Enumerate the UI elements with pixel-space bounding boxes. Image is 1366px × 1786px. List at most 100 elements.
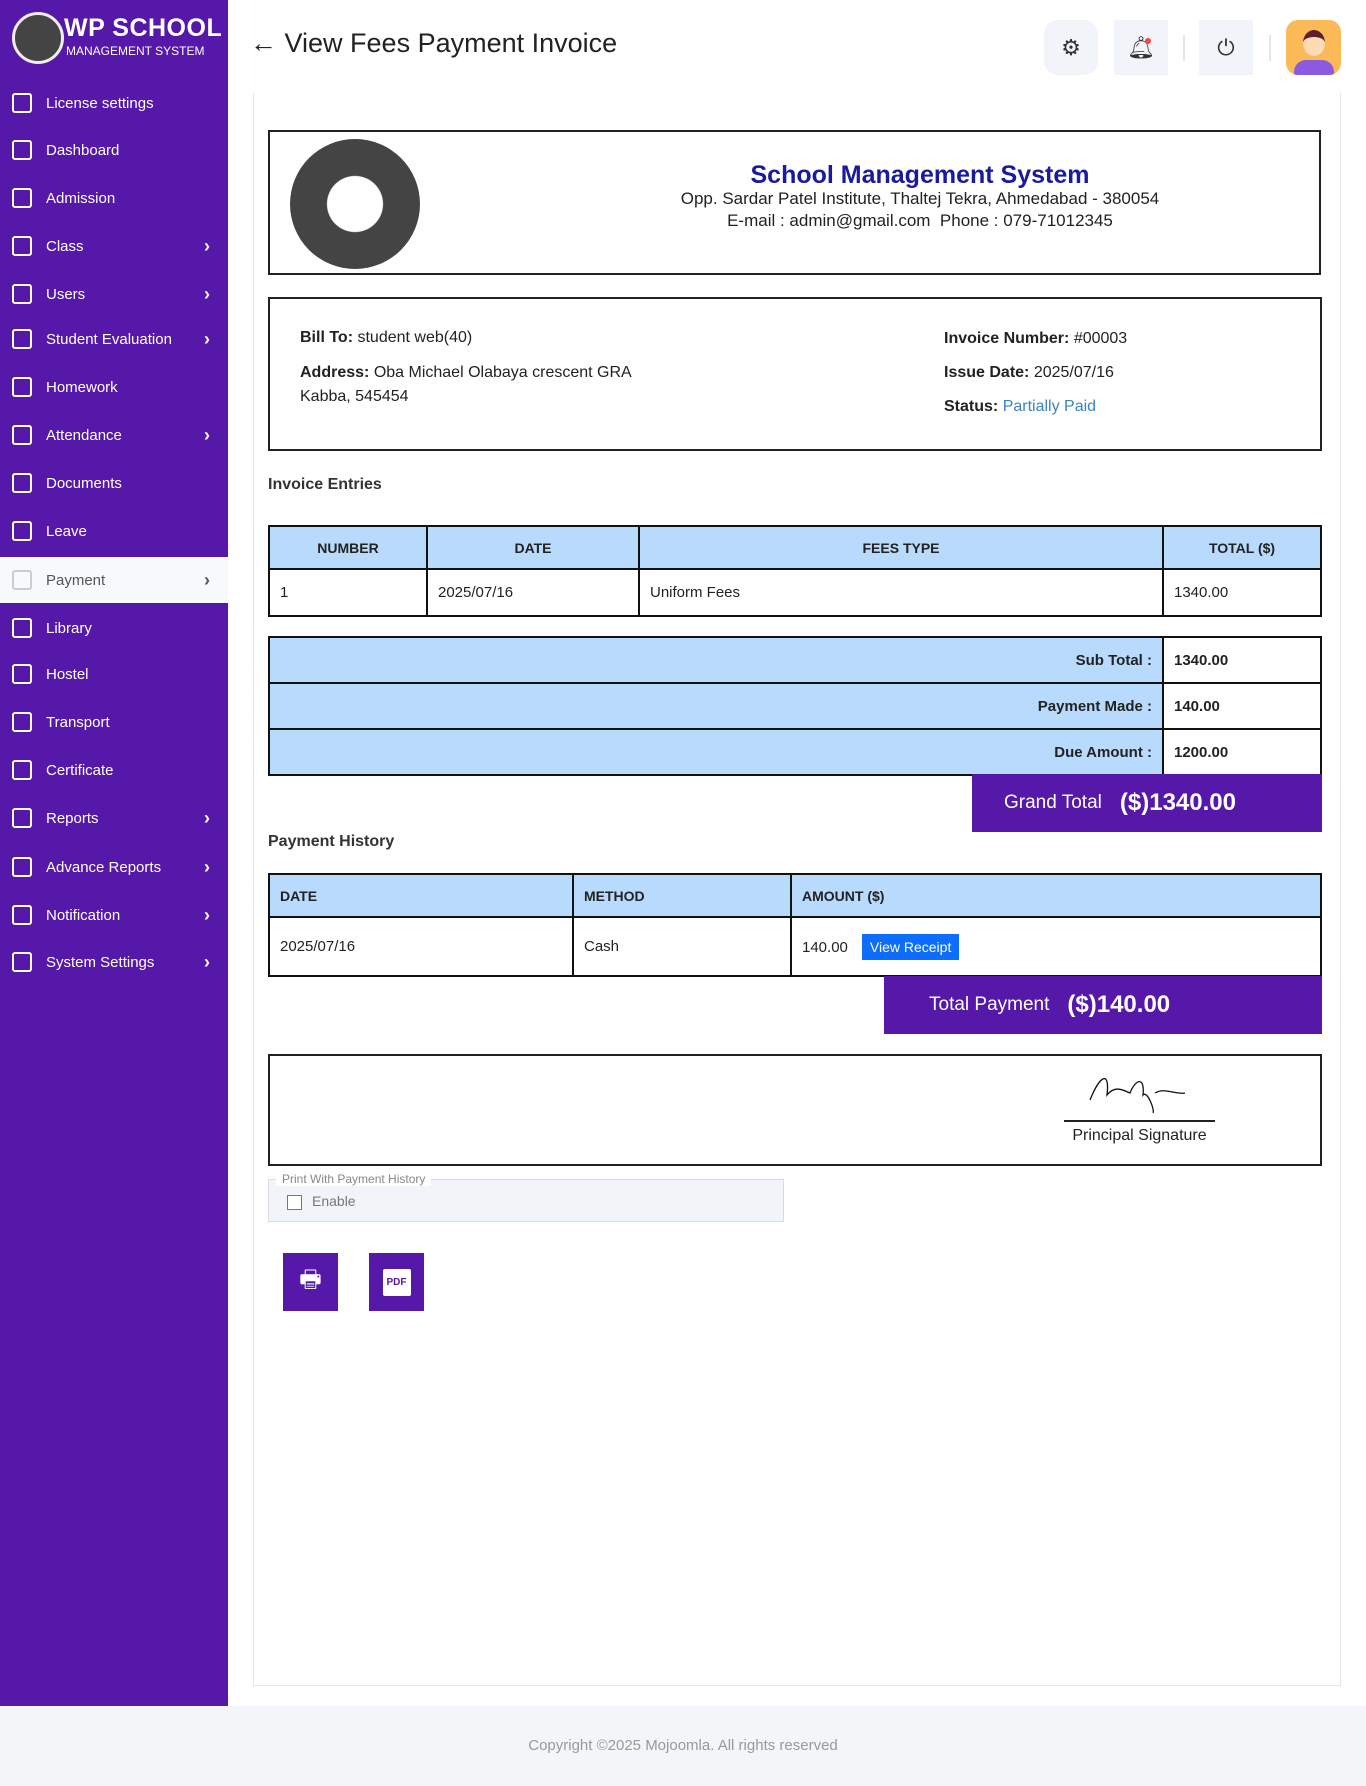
chevron-right-icon: ›: [204, 904, 210, 925]
notification-icon: [12, 905, 32, 925]
bill-address: Address: Oba Michael Olabaya crescent GR…: [300, 364, 632, 381]
cell: 140.00 View Receipt: [790, 916, 1322, 977]
totals-table: Sub Total :1340.00 Payment Made :140.00 …: [268, 636, 1322, 776]
chevron-right-icon: ›: [204, 328, 210, 349]
footer: Copyright ©2025 Mojoomla. All rights res…: [0, 1706, 1366, 1786]
users-icon: [12, 284, 32, 304]
pdf-button[interactable]: PDF: [369, 1253, 424, 1311]
chevron-right-icon: ›: [204, 807, 210, 828]
sidebar-item-users[interactable]: Users ›: [0, 271, 228, 317]
logout-button[interactable]: ⏻: [1199, 20, 1253, 75]
sidebar-item-label: Leave: [46, 522, 87, 540]
cell: 1: [268, 568, 428, 617]
sidebar-item-attendance[interactable]: Attendance ›: [0, 412, 228, 458]
notification-button[interactable]: 🔔︎: [1114, 20, 1168, 75]
sidebar-item-hostel[interactable]: Hostel: [0, 651, 228, 697]
invoice-entries-table: NUMBER DATE FEES TYPE TOTAL ($) 1 2025/07/16…: [268, 525, 1322, 617]
col-method: METHOD: [572, 873, 792, 918]
sidebar-item-dashboard[interactable]: Dashboard: [0, 127, 228, 173]
sidebar-item-label: Student Evaluation: [46, 330, 172, 348]
sidebar-item-system-settings[interactable]: System Settings ›: [0, 939, 228, 985]
avatar[interactable]: [1286, 20, 1341, 75]
sidebar-item-homework[interactable]: Homework: [0, 364, 228, 410]
settings-button[interactable]: ⚙: [1044, 20, 1098, 75]
sub-total-value: 1340.00: [1162, 636, 1322, 684]
power-icon: ⏻: [1217, 34, 1235, 60]
issue-date: Issue Date: 2025/07/16: [944, 364, 1114, 381]
sidebar-item-label: Class: [46, 237, 84, 255]
cell: Uniform Fees: [638, 568, 1164, 617]
school-name: School Management System: [750, 161, 1090, 189]
sidebar-item-library[interactable]: Library: [0, 605, 228, 651]
cell: 2025/07/16: [268, 916, 574, 977]
print-button[interactable]: 🖶: [283, 1253, 338, 1311]
sidebar-item-label: System Settings: [46, 953, 155, 971]
payment-history-title: Payment History: [268, 833, 395, 850]
sidebar-item-advance-reports[interactable]: Advance Reports ›: [0, 844, 228, 890]
bill-to: Bill To: student web(40): [300, 329, 473, 346]
sidebar-item-label: Payment: [46, 571, 106, 589]
col-fees-type: FEES TYPE: [638, 525, 1164, 570]
bill-address-line2: Kabba, 545454: [300, 388, 409, 405]
sidebar-item-label: Library: [46, 619, 92, 637]
school-logo[interactable]: [12, 12, 64, 64]
sidebar-item-leave[interactable]: Leave: [0, 508, 228, 554]
col-amount: AMOUNT ($): [790, 873, 1322, 918]
sidebar-item-label: Dashboard: [46, 141, 120, 159]
hostel-icon: [12, 664, 32, 684]
cell: 2025/07/16: [426, 568, 640, 617]
sidebar-item-student-evaluation[interactable]: Student Evaluation ›: [0, 316, 228, 362]
divider: [1269, 35, 1271, 61]
divider: [1183, 35, 1185, 61]
print-legend: Print With Payment History: [276, 1172, 432, 1186]
notification-dot: [1145, 38, 1151, 44]
col-date: DATE: [426, 525, 640, 570]
sidebar-item-label: Documents: [46, 474, 122, 492]
table-row: 2025/07/16 Cash 140.00 View Receipt: [268, 916, 1322, 977]
sidebar-item-certificate[interactable]: Certificate: [0, 747, 228, 793]
due-amount-label: Due Amount :: [268, 728, 1164, 776]
sidebar-item-label: Homework: [46, 378, 118, 396]
invoice-entries-title: Invoice Entries: [268, 476, 382, 493]
invoice-number: Invoice Number: #00003: [944, 330, 1128, 347]
enable-label: Enable: [312, 1193, 356, 1209]
sidebar-item-label: Attendance: [46, 426, 122, 444]
transport-icon: [12, 712, 32, 732]
view-receipt-button[interactable]: View Receipt: [861, 933, 960, 960]
sidebar-item-label: Reports: [46, 809, 99, 827]
pdf-icon: PDF: [382, 1268, 411, 1296]
chevron-right-icon: ›: [204, 856, 210, 877]
cell: 1340.00: [1162, 568, 1322, 617]
sidebar-item-payment[interactable]: Payment ›: [0, 557, 228, 603]
sidebar-item-reports[interactable]: Reports ›: [0, 795, 228, 841]
back-arrow-icon[interactable]: ←: [250, 28, 277, 58]
sidebar-item-documents[interactable]: Documents: [0, 460, 228, 506]
payment-history-table: DATE METHOD AMOUNT ($) 2025/07/16 Cash 140.0…: [268, 873, 1322, 977]
sidebar-item-license-settings[interactable]: License settings: [0, 80, 228, 126]
sidebar-item-label: Hostel: [46, 665, 89, 683]
printer-icon: 🖶: [299, 1265, 322, 1293]
payment-icon: [12, 570, 32, 590]
leave-icon: [12, 521, 32, 541]
attendance-icon: [12, 425, 32, 445]
license-settings-icon: [12, 93, 32, 113]
sidebar-item-admission[interactable]: Admission: [0, 175, 228, 221]
col-number: NUMBER: [268, 525, 428, 570]
reports-icon: [12, 808, 32, 828]
sidebar-item-class[interactable]: Class ›: [0, 223, 228, 269]
sidebar-item-label: Certificate: [46, 761, 114, 779]
school-address: Opp. Sardar Patel Institute, Thaltej Tek…: [680, 189, 1160, 208]
page-title: ← View Fees Payment Invoice: [250, 28, 618, 58]
sidebar-item-notification[interactable]: Notification ›: [0, 892, 228, 938]
signature-label: Principal Signature: [1072, 1127, 1207, 1144]
sidebar: WP SCHOOL MANAGEMENT SYSTEM License sett…: [0, 0, 228, 1706]
grand-total: Grand Total ($)1340.00: [972, 774, 1322, 832]
col-total: TOTAL ($): [1162, 525, 1322, 570]
sidebar-item-label: Notification: [46, 906, 121, 924]
signature-line: [1064, 1120, 1215, 1122]
sub-total-label: Sub Total :: [268, 636, 1164, 684]
dashboard-icon: [12, 140, 32, 160]
table-row: 1 2025/07/16 Uniform Fees 1340.00: [268, 568, 1322, 617]
enable-checkbox[interactable]: [287, 1195, 302, 1210]
sidebar-item-transport[interactable]: Transport: [0, 699, 228, 745]
